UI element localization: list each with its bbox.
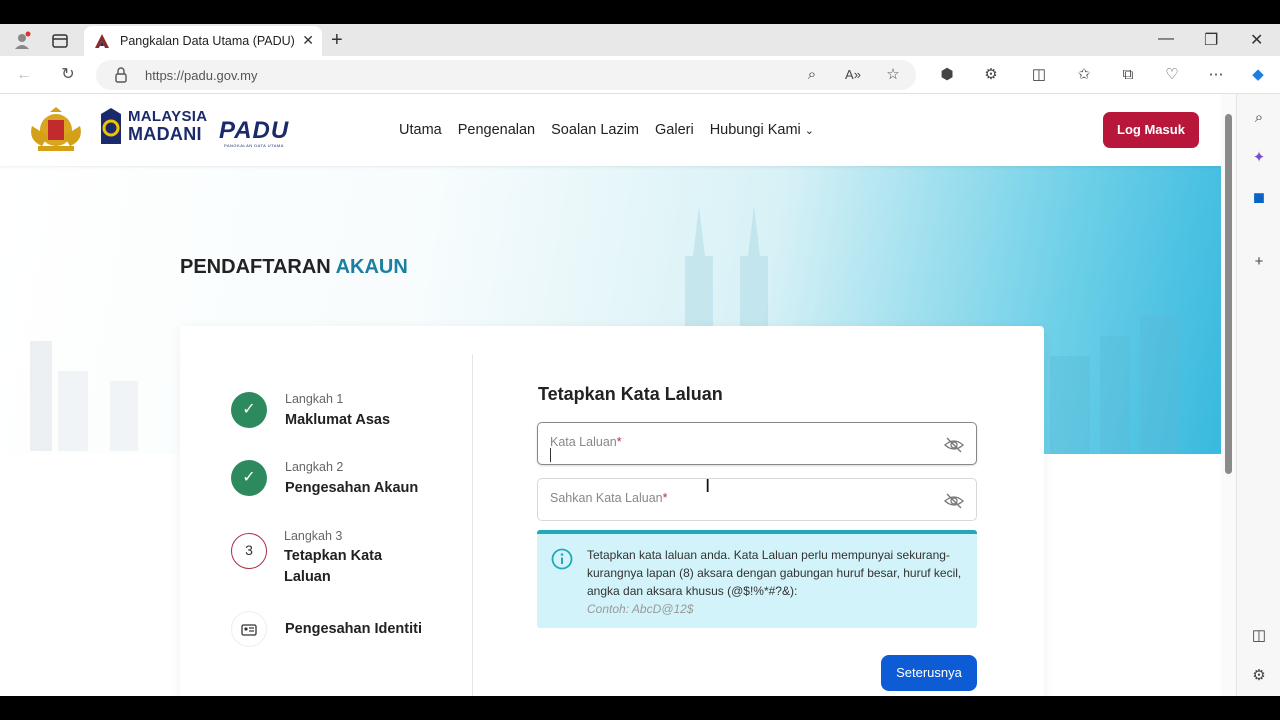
web-page: MALAYSIA MADANI PADU PANGKALAN DATA UTAM… xyxy=(0,94,1221,696)
password-info-box: Tetapkan kata laluan anda. Kata Laluan p… xyxy=(537,530,977,628)
password-label-text: Kata Laluan xyxy=(550,435,617,449)
eye-off-icon[interactable] xyxy=(944,437,964,453)
page-title: PENDAFTARAN AKAUN xyxy=(180,256,408,279)
outlook-icon[interactable]: ◼ xyxy=(1249,188,1269,208)
card-divider xyxy=(472,354,473,696)
nav-hubungi-kami[interactable]: Hubungi Kami ⌄ xyxy=(710,122,814,138)
step-2-name: Pengesahan Akaun xyxy=(285,478,418,499)
tab-title: Pangkalan Data Utama (PADU) xyxy=(120,34,295,48)
password-label: Kata Laluan* xyxy=(550,435,622,449)
required-mark: * xyxy=(663,491,668,505)
favorite-star-icon[interactable]: ☆ xyxy=(883,65,903,85)
form-title: Tetapkan Kata Laluan xyxy=(538,384,723,405)
back-arrow-icon[interactable]: ← xyxy=(14,65,34,85)
nav-galeri[interactable]: Galeri xyxy=(655,122,694,138)
step-1-check-icon: ✓ xyxy=(231,392,267,428)
nav-soalan-lazim[interactable]: Soalan Lazim xyxy=(551,122,639,138)
step-3-name: Tetapkan Kata Laluan xyxy=(284,546,404,588)
info-requirements: Tetapkan kata laluan anda. Kata Laluan p… xyxy=(587,548,961,598)
browser-window: Pangkalan Data Utama (PADU) ✕ + — ❐ ✕ ← … xyxy=(0,24,1280,696)
step-2-check-icon: ✓ xyxy=(231,460,267,496)
step-2-number: Langkah 2 xyxy=(285,460,343,474)
padu-logo: PADU xyxy=(219,117,289,145)
id-card-icon xyxy=(231,611,267,647)
browser-essentials-icon[interactable]: ♡ xyxy=(1162,65,1182,85)
site-header: MALAYSIA MADANI PADU PANGKALAN DATA UTAM… xyxy=(0,94,1221,166)
step-1-number: Langkah 1 xyxy=(285,392,343,406)
confirm-password-label-text: Sahkan Kata Laluan xyxy=(550,491,663,505)
minimize-button[interactable]: — xyxy=(1158,30,1174,48)
info-text: Tetapkan kata laluan anda. Kata Laluan p… xyxy=(587,546,965,618)
next-button[interactable]: Seterusnya xyxy=(881,655,977,691)
nav-hubungi-kami-label: Hubungi Kami xyxy=(710,122,801,138)
text-cursor-icon: I xyxy=(705,476,710,497)
page-title-accent: AKAUN xyxy=(336,256,408,278)
madani-line2: MADANI xyxy=(128,124,202,145)
malaysia-madani-logo: MALAYSIA MADANI xyxy=(98,106,208,148)
read-aloud-icon[interactable]: A» xyxy=(843,65,863,85)
search-icon[interactable]: ⌕ xyxy=(1249,108,1269,128)
url-field[interactable]: https://padu.gov.my xyxy=(96,60,916,90)
required-mark: * xyxy=(617,435,622,449)
sidebar-toggle-icon[interactable]: ◫ xyxy=(1249,626,1269,646)
nav-utama[interactable]: Utama xyxy=(399,122,442,138)
step-3-marker: 3 xyxy=(231,533,267,569)
split-screen-icon[interactable]: ◫ xyxy=(1029,65,1049,85)
step-3-number: Langkah 3 xyxy=(284,529,342,543)
step-4-name: Pengesahan Identiti xyxy=(285,619,422,640)
login-button[interactable]: Log Masuk xyxy=(1103,112,1199,148)
madani-line1: MALAYSIA xyxy=(128,108,207,125)
tab-strip: Pangkalan Data Utama (PADU) ✕ + — ❐ ✕ xyxy=(0,24,1280,56)
refresh-icon[interactable]: ↻ xyxy=(58,65,78,85)
add-app-icon[interactable]: + xyxy=(1249,252,1269,272)
settings-gear-icon[interactable]: ⚙ xyxy=(1249,666,1269,686)
copilot-icon[interactable]: ◆ xyxy=(1248,65,1268,85)
scrollbar-thumb[interactable] xyxy=(1225,114,1232,474)
extensions-icon[interactable]: ⚙ xyxy=(981,65,1001,85)
main-nav: Utama Pengenalan Soalan Lazim Galeri Hub… xyxy=(399,122,814,138)
tab-actions-icon[interactable] xyxy=(50,31,70,51)
registration-card: ✓ Langkah 1 Maklumat Asas ✓ Langkah 2 Pe… xyxy=(180,326,1044,696)
favorites-icon[interactable]: ✩ xyxy=(1074,65,1094,85)
chevron-down-icon: ⌄ xyxy=(805,125,814,137)
madani-emblem-icon xyxy=(98,106,124,146)
url-text[interactable]: https://padu.gov.my xyxy=(145,68,258,83)
info-example: Contoh: AbcD@12$ xyxy=(587,602,693,616)
coat-of-arms-logo xyxy=(24,106,88,154)
page-title-main: PENDAFTARAN xyxy=(180,256,331,278)
confirm-password-field[interactable]: Sahkan Kata Laluan* xyxy=(537,478,977,521)
tab-close-button[interactable]: ✕ xyxy=(302,32,314,49)
collections-icon[interactable]: ⧉ xyxy=(1118,65,1138,85)
copilot-app-icon[interactable]: ✦ xyxy=(1249,148,1269,168)
address-bar-row: ← ↻ https://padu.gov.my ⌕ A» ☆ ⬢ ⚙ ◫ ✩ ⧉… xyxy=(0,56,1280,94)
password-field[interactable]: Kata Laluan* xyxy=(537,422,977,465)
lock-icon[interactable] xyxy=(114,66,128,84)
text-caret xyxy=(550,448,551,462)
more-menu-icon[interactable]: ⋯ xyxy=(1206,65,1226,85)
profile-icon[interactable] xyxy=(12,31,32,51)
nav-pengenalan[interactable]: Pengenalan xyxy=(458,122,535,138)
page-scrollbar[interactable] xyxy=(1221,94,1236,696)
info-icon xyxy=(551,548,573,570)
zoom-icon[interactable]: ⌕ xyxy=(802,65,822,85)
eye-off-icon[interactable] xyxy=(944,493,964,509)
restore-button[interactable]: ❐ xyxy=(1204,30,1218,50)
padu-logo-subtitle: PANGKALAN DATA UTAMA xyxy=(224,143,284,148)
extension-shield-icon[interactable]: ⬢ xyxy=(937,65,957,85)
padu-favicon-icon xyxy=(94,33,110,49)
step-1-name: Maklumat Asas xyxy=(285,410,390,431)
active-tab[interactable]: Pangkalan Data Utama (PADU) ✕ xyxy=(84,26,322,56)
edge-sidebar: ⌕ ✦ ◼ + ◫ ⚙ xyxy=(1236,94,1280,696)
new-tab-button[interactable]: + xyxy=(331,29,343,52)
window-close-button[interactable]: ✕ xyxy=(1250,30,1263,50)
confirm-password-label: Sahkan Kata Laluan* xyxy=(550,491,667,505)
